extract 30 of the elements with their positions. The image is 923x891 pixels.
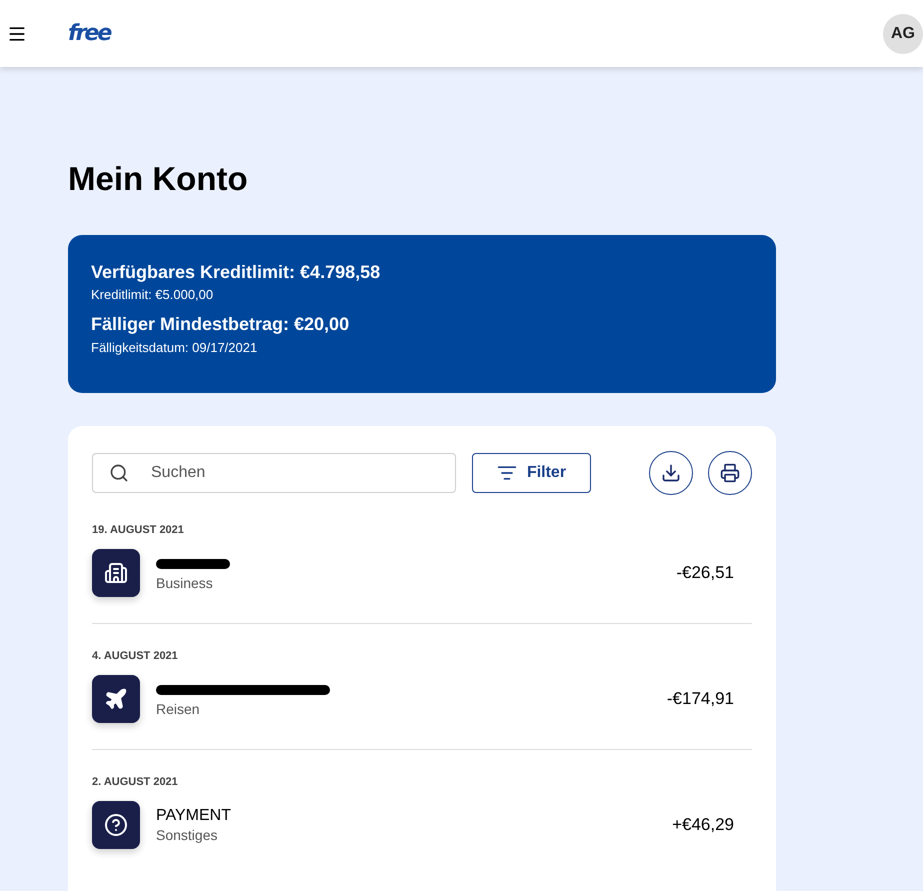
transaction-amount: -€26,51 — [676, 562, 734, 584]
question-mark-icon — [104, 813, 128, 837]
print-icon — [720, 463, 740, 483]
search-field[interactable]: Suchen — [92, 453, 456, 493]
page-title: Mein Konto — [68, 162, 249, 195]
print-button[interactable] — [708, 451, 752, 495]
logo: free — [68, 20, 110, 48]
transaction-amount: +€46,29 — [672, 814, 734, 836]
building-icon — [104, 561, 128, 585]
transaction-category: Sonstiges — [156, 827, 218, 844]
date-heading: 19. AUGUST 2021 — [92, 523, 185, 537]
transaction-row[interactable]: Business -€26,51 — [92, 549, 752, 623]
minimum-due: Fälliger Mindestbetrag: €20,00 — [91, 313, 350, 335]
search-icon — [109, 463, 129, 483]
due-date: Fälligkeitsdatum: 09/17/2021 — [91, 340, 258, 356]
date-heading: 2. AUGUST 2021 — [92, 775, 179, 789]
filter-button[interactable]: Filter — [472, 453, 591, 493]
transaction-name: PAYMENT — [156, 806, 231, 825]
date-heading: 4. AUGUST 2021 — [92, 649, 179, 663]
available-limit: Verfügbares Kreditlimit: €4.798,58 — [91, 261, 380, 283]
download-icon — [661, 463, 681, 483]
transaction-amount: -€174,91 — [666, 688, 734, 710]
user-avatar[interactable]: AG — [883, 14, 923, 54]
transaction-category: Business — [156, 574, 213, 592]
transaction-row[interactable]: PAYMENT Sonstiges +€46,29 — [92, 801, 752, 875]
transaction-category: Reisen — [156, 700, 200, 718]
plane-icon — [104, 687, 128, 711]
credit-limit: Kreditlimit: €5.000,00 — [91, 287, 214, 303]
transaction-row[interactable]: Reisen -€174,91 — [92, 675, 752, 749]
download-button[interactable] — [649, 451, 693, 495]
